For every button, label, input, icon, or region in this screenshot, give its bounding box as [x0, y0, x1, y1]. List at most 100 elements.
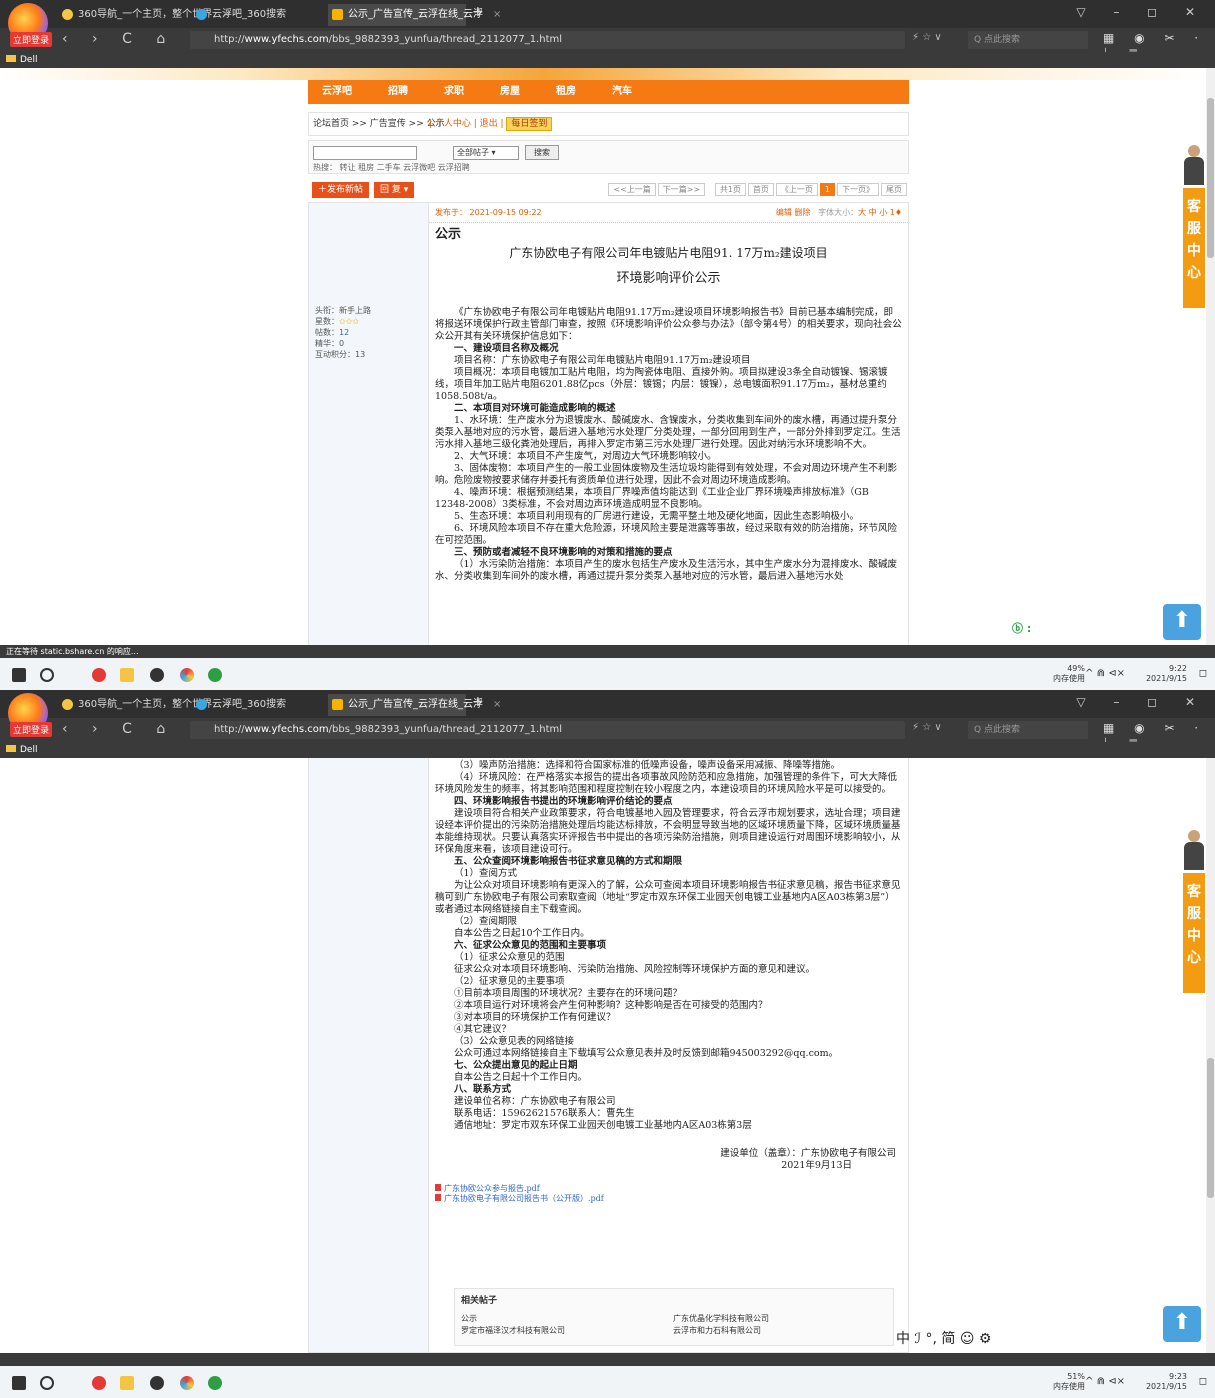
address-icons[interactable]: ⚡ ☆ ∨ [912, 32, 942, 43]
hot-searches: 热搜： 转让 租房 二手车 云浮微吧 云浮招聘 [313, 163, 470, 172]
scrollbar[interactable] [1206, 68, 1215, 645]
edit-delete-links[interactable]: 编辑 删除 [776, 208, 811, 217]
forum-container: 云浮吧 招聘 求职 房屋 租房 汽车 论坛首页 >> 广告宣传 >> 公示 | 个人中心 … [308, 80, 909, 662]
ime-toolbar[interactable]: 中 ℐ °, 简 ☺ ⚙ [896, 1328, 991, 1348]
sign-in-button[interactable]: 每日签到 [506, 117, 553, 131]
search-icon[interactable] [40, 668, 54, 682]
new-post-button[interactable]: ＋发布新帖 [312, 182, 370, 198]
search-scope-select[interactable]: 全部帖子 ▾ [453, 146, 519, 160]
customer-service-button[interactable]: 客服中心 [1183, 873, 1205, 993]
app-icon[interactable] [150, 668, 164, 682]
first-page[interactable]: 首页 [747, 183, 774, 196]
window-controls[interactable]: ▽ – ◻ ✕ [1076, 695, 1207, 709]
tray-icons[interactable]: ^ ⋒ ⊲× [1085, 1376, 1125, 1387]
nav-item[interactable]: 招聘 [388, 86, 408, 97]
attachment-link[interactable]: 广东协欧电子有限公司报告书（公开版）.pdf [435, 1194, 902, 1204]
tray-icons[interactable]: ^ ⋒ ⊲× [1085, 668, 1125, 679]
close-icon[interactable]: × [493, 699, 501, 710]
tab-search[interactable]: 云浮吧_360搜索× [192, 694, 344, 716]
current-page[interactable]: 1 [819, 183, 835, 196]
paragraph: 自本公告之日起十个工作日内。 [454, 1072, 588, 1083]
back-to-top-button[interactable]: ⬆ [1163, 1306, 1201, 1342]
user-links[interactable]: | 个人中心 | 退出 | [429, 119, 504, 129]
related-link[interactable]: 云浮市和力石科有限公司 [673, 1325, 769, 1337]
nav-item[interactable]: 求职 [444, 86, 464, 97]
address-bar[interactable]: http://www.yfechs.com/bbs_9882393_yunfua… [190, 31, 905, 49]
font-size-options[interactable]: 大 中 小 1♦ [858, 208, 902, 217]
address-icons[interactable]: ⚡ ☆ ∨ [912, 722, 942, 733]
paragraph: ①目前本项目周围的环境状况？主要存在的环境问题？ [454, 988, 683, 999]
app-icon[interactable] [208, 1376, 222, 1390]
360-icon [62, 699, 73, 710]
app-icon[interactable] [150, 1376, 164, 1390]
window-controls[interactable]: ▽ – ◻ ✕ [1076, 5, 1207, 19]
tab-search[interactable]: 云浮吧_360搜索× [192, 4, 344, 26]
bookmark-dell[interactable]: Dell [20, 55, 37, 65]
clock[interactable]: 9:23 2021/9/15 [1146, 1372, 1187, 1392]
nav-item[interactable]: 汽车 [612, 86, 632, 97]
section-heading: 六、征求公众意见的范围和主要事项 [454, 940, 607, 951]
attachment-link[interactable]: 广东协欧公众参与报告.pdf [435, 1184, 902, 1194]
reply-button[interactable]: 回 复 ▾ [374, 182, 415, 198]
paragraph: ④其它建议？ [454, 1024, 512, 1035]
nav-item[interactable]: 云浮吧 [322, 86, 352, 97]
notice-subtitle: 环境影响评价公示 [616, 271, 721, 286]
nav-item[interactable]: 租房 [556, 86, 576, 97]
tab-notice[interactable]: 公示_广告宣传_云浮在线_云浮 × [328, 4, 501, 26]
nav-item[interactable]: 房屋 [500, 86, 520, 97]
search-input[interactable]: Q 点此搜索 [968, 721, 1088, 739]
file-explorer-icon[interactable] [120, 1376, 134, 1390]
prev-thread[interactable]: <<上一篇 [608, 183, 656, 196]
prev-page[interactable]: 《上一页 [775, 183, 818, 196]
search-icon[interactable] [40, 1376, 54, 1390]
paragraph: 1、水环境：生产废水分为退镀废水、酸碱废水、含镍废水，分类收集到车间外的废水槽，… [435, 415, 901, 450]
file-explorer-icon[interactable] [120, 668, 134, 682]
related-link[interactable]: 广东优晶化学科技有限公司 [673, 1313, 769, 1325]
windows-start-icon[interactable] [12, 1376, 26, 1390]
customer-service-button[interactable]: 客服中心 [1183, 188, 1205, 308]
tab-360-nav[interactable]: 360导航_一个主页，整个世界 × [58, 4, 230, 26]
tab-360-nav[interactable]: 360导航_一个主页，整个世界 × [58, 694, 230, 716]
browser-icon[interactable] [180, 1376, 194, 1390]
paragraph: 项目概况：本项目电镀加工贴片电阻，均为陶瓷体电阻、直接外购。项目拟建设3条全自动… [435, 367, 888, 402]
new-tab-button[interactable]: + [472, 694, 484, 710]
scroll-thumb[interactable] [1207, 98, 1214, 258]
paragraph: 5、生态环境：本项目利用现有的厂房进行建设，无需平整土地及硬化地面，因此生态影响… [454, 511, 860, 522]
scroll-thumb[interactable] [1207, 1058, 1214, 1198]
last-page[interactable]: 尾页 [881, 183, 907, 196]
clock[interactable]: 9:22 2021/9/15 [1146, 664, 1187, 684]
search-button[interactable]: 搜索 [525, 145, 559, 160]
search-input[interactable]: Q 点此搜索 [968, 31, 1088, 49]
app-icon[interactable] [92, 668, 106, 682]
notification-icon[interactable]: ◻ [1199, 668, 1207, 679]
action-row: ＋发布新帖 回 复 ▾ <<上一篇 下一篇>> 共1页 首页 《上一页 1 下一页》 尾页 [308, 180, 909, 202]
bookmark-dell[interactable]: Dell [20, 745, 37, 755]
new-tab-button[interactable]: + [472, 4, 484, 20]
user-info: 头衔：新手上路 星数：✩✩✩ 帖数：12 精华：0 互动积分：13 [315, 306, 371, 359]
next-thread[interactable]: 下一篇>> [657, 183, 706, 196]
app-icon[interactable] [208, 668, 222, 682]
forum-search-input[interactable] [313, 146, 417, 160]
windows-start-icon[interactable] [12, 668, 26, 682]
browser-icon[interactable] [180, 668, 194, 682]
service-avatar-icon[interactable] [1184, 145, 1204, 185]
login-label[interactable]: 立即登录 [10, 722, 53, 737]
share-badge[interactable]: ⓑ : [1012, 620, 1031, 636]
app-icon[interactable] [92, 1376, 106, 1390]
tab-notice[interactable]: 公示_广告宣传_云浮在线_云浮 × [328, 694, 501, 716]
login-label[interactable]: 立即登录 [10, 32, 53, 47]
search-icon [196, 699, 207, 710]
service-avatar-icon[interactable] [1184, 830, 1204, 870]
post-label: 公示 [435, 227, 462, 242]
next-page[interactable]: 下一页》 [837, 183, 879, 196]
paragraph: （3）公众意见表的网络链接 [454, 1036, 575, 1047]
notification-icon[interactable]: ◻ [1199, 1376, 1207, 1387]
paragraph: ②本项目运行对环境将会产生何种影响？这种影响是否在可接受的范围内？ [454, 1000, 768, 1011]
scrollbar[interactable] [1206, 758, 1215, 1353]
address-bar[interactable]: http://www.yfechs.com/bbs_9882393_yunfua… [190, 721, 905, 739]
section-heading: 四、环境影响报告书提出的环境影响评价结论的要点 [454, 796, 673, 807]
close-icon[interactable]: × [493, 9, 501, 20]
back-to-top-button[interactable]: ⬆ [1163, 604, 1201, 640]
breadcrumb: 论坛首页 >> 广告宣传 >> 公示 | 个人中心 | 退出 | 每日签到 [308, 112, 909, 136]
paragraph: 《广东协欧电子有限公司年电镀贴片电阻91.17万m₂建设项目环境影响报告书》目前… [435, 307, 902, 342]
